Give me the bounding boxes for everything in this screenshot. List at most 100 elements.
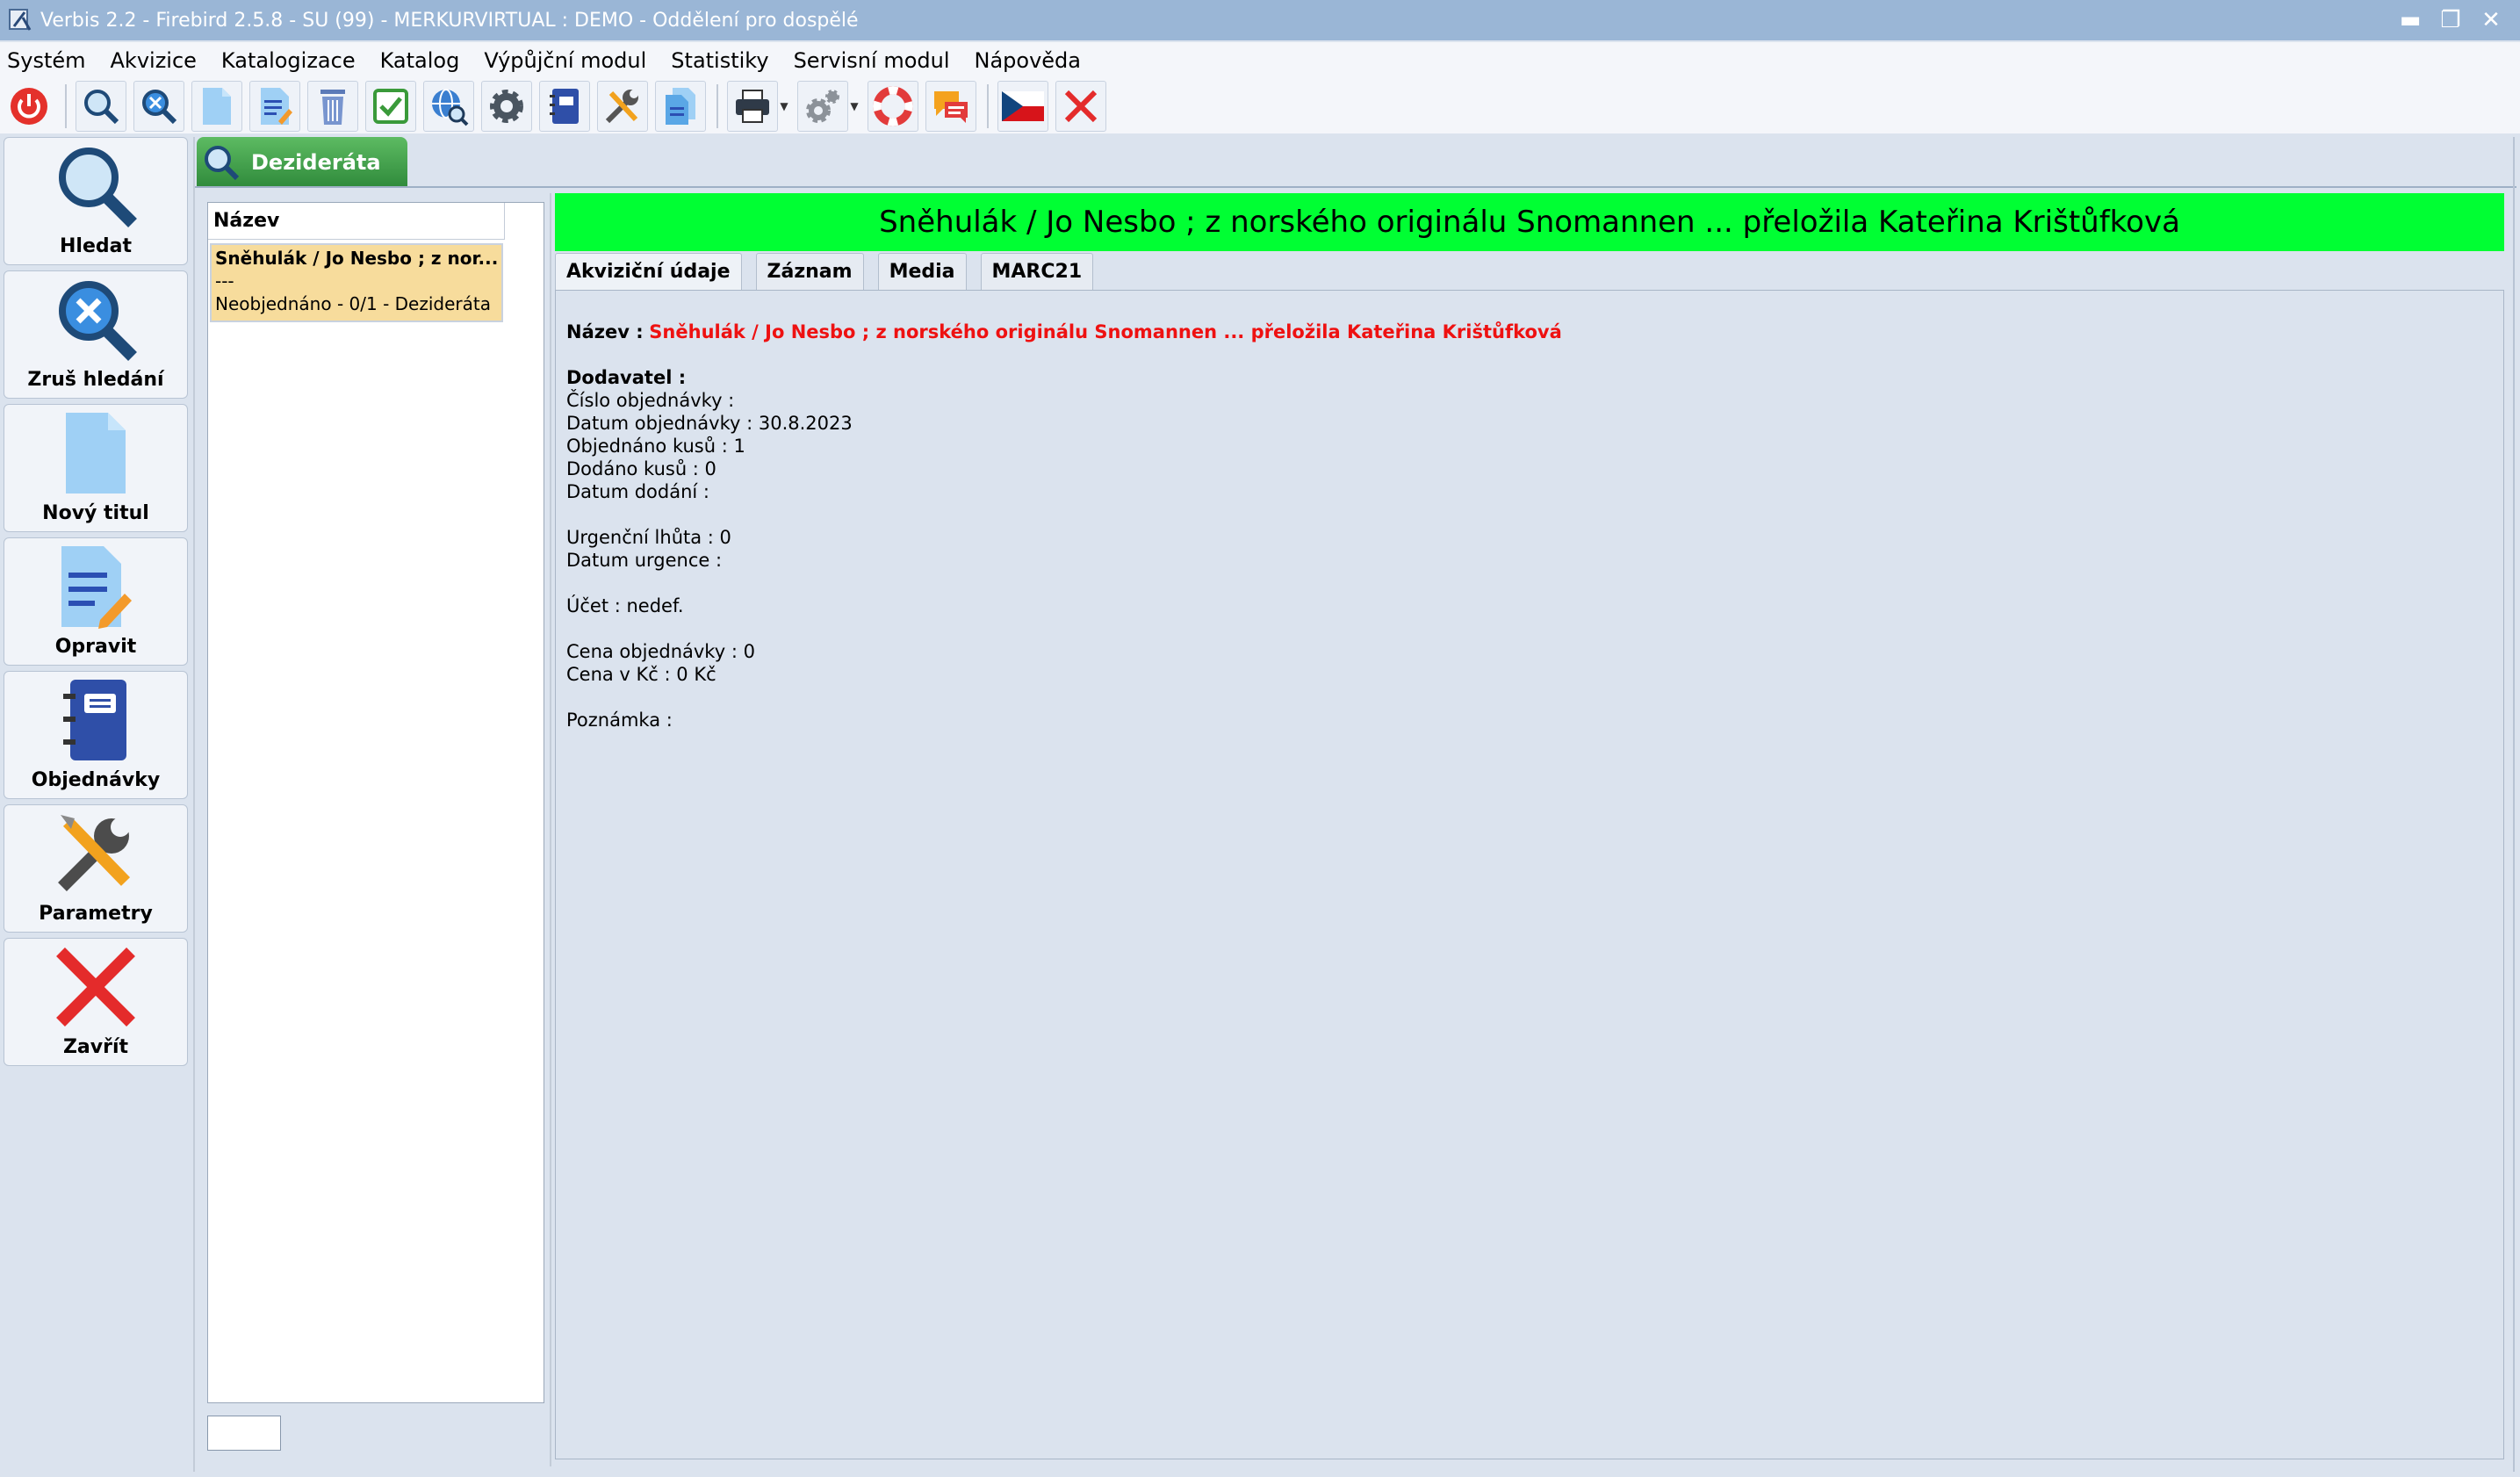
toolbar: ▼ ▼ <box>0 79 2520 133</box>
close-button[interactable]: Zavřít <box>4 938 188 1066</box>
tab-record[interactable]: Záznam <box>755 253 864 290</box>
menu-help[interactable]: Nápověda <box>975 48 1082 73</box>
maximize-button[interactable]: ❐ <box>2430 0 2471 40</box>
account-line: Účet : nedef. <box>566 595 684 616</box>
close-icon <box>1064 90 1098 123</box>
printer-icon <box>736 90 769 123</box>
toolbar-service-button[interactable] <box>797 81 848 132</box>
toolbar-separator <box>65 84 67 128</box>
menu-bar: Systém Akvizice Katalogizace Katalog Výp… <box>0 42 2520 79</box>
toolbar-edit-button[interactable] <box>249 81 300 132</box>
menu-service[interactable]: Servisní modul <box>794 48 950 73</box>
search-button-label: Hledat <box>60 235 132 257</box>
acquisition-details: Název : Sněhulák / Jo Nesbo ; z norského… <box>555 290 2504 1459</box>
notebook-icon <box>63 680 126 760</box>
toolbar-new-button[interactable] <box>191 81 242 132</box>
name-value: Sněhulák / Jo Nesbo ; z norského originá… <box>649 321 1562 342</box>
tab-desiderata[interactable]: Dezideráta <box>197 137 407 188</box>
orders-button[interactable]: Objednávky <box>4 671 188 799</box>
print-dropdown-arrow[interactable]: ▼ <box>778 81 790 132</box>
menu-cataloging[interactable]: Katalogizace <box>221 48 356 73</box>
detail-tabs: Akviziční údaje Záznam Media MARC21 <box>555 251 2504 290</box>
sidebar: Hledat Zruš hledání Nový titul Opravit O… <box>4 137 190 1071</box>
record-title-banner: Sněhulák / Jo Nesbo ; z norského originá… <box>555 193 2504 251</box>
note-line: Poznámka : <box>566 710 673 731</box>
tab-acquisition-data[interactable]: Akviziční údaje <box>555 253 742 290</box>
toolbar-print-button[interactable] <box>727 81 778 132</box>
delivered-count-line: Dodáno kusů : 0 <box>566 458 716 479</box>
toolbar-separator <box>987 84 989 128</box>
menu-acquisition[interactable]: Akvizice <box>111 48 197 73</box>
edit-button-label: Opravit <box>54 636 137 658</box>
list-divider <box>550 193 551 1466</box>
power-icon <box>11 88 47 125</box>
toolbar-confirm-button[interactable] <box>365 81 416 132</box>
urgency-date-line: Datum urgence : <box>566 550 723 571</box>
search-icon <box>84 90 119 125</box>
edit-button[interactable]: Opravit <box>4 537 188 666</box>
menu-catalog[interactable]: Katalog <box>380 48 460 73</box>
orders-button-label: Objednávky <box>31 769 161 791</box>
cancel-search-button[interactable]: Zruš hledání <box>4 270 188 399</box>
order-date-line: Datum objednávky : 30.8.2023 <box>566 413 853 434</box>
window-title: Verbis 2.2 - Firebird 2.5.8 - SU (99) - … <box>40 9 859 32</box>
new-title-button-label: Nový titul <box>42 502 149 524</box>
toolbar-copy-button[interactable] <box>655 81 706 132</box>
close-button-label: Zavřít <box>62 1036 129 1058</box>
toolbar-language-button[interactable] <box>997 81 1048 132</box>
name-line: Název : Sněhulák / Jo Nesbo ; z norského… <box>566 321 2493 343</box>
edit-document-icon <box>61 546 132 629</box>
power-button[interactable] <box>4 81 54 132</box>
checkbox-icon <box>373 89 408 124</box>
cancel-search-icon <box>142 90 177 125</box>
search-button[interactable]: Hledat <box>4 137 188 265</box>
notebook-icon <box>550 89 579 124</box>
tab-marc21[interactable]: MARC21 <box>980 253 1094 290</box>
list-item[interactable]: Sněhulák / Jo Nesbo ; z nor... --- Neobj… <box>210 243 503 322</box>
price-czk-line: Cena v Kč : 0 Kč <box>566 664 716 685</box>
new-document-icon <box>203 88 231 125</box>
close-window-button[interactable]: ✕ <box>2471 0 2511 40</box>
minimize-button[interactable]: ▬ <box>2390 0 2430 40</box>
results-list: Název Sněhulák / Jo Nesbo ; z nor... ---… <box>207 202 544 1403</box>
order-number-line: Číslo objednávky : <box>566 390 735 411</box>
gears-icon <box>806 90 839 123</box>
toolbar-help-button[interactable] <box>868 81 918 132</box>
close-icon <box>56 947 135 1027</box>
toolbar-messages-button[interactable] <box>925 81 976 132</box>
new-title-button[interactable]: Nový titul <box>4 404 188 532</box>
toolbar-search-button[interactable] <box>76 81 126 132</box>
list-column-header[interactable]: Název <box>208 203 505 240</box>
globe-search-icon <box>432 89 469 126</box>
toolbar-orders-button[interactable] <box>539 81 590 132</box>
trash-icon <box>320 90 345 125</box>
toolbar-separator <box>716 84 718 128</box>
sidebar-divider <box>193 137 195 1472</box>
toolbar-web-search-button[interactable] <box>423 81 474 132</box>
toolbar-close-button[interactable] <box>1055 81 1106 132</box>
supplier-line: Dodavatel : <box>566 367 687 388</box>
new-document-icon <box>66 413 126 494</box>
title-bar: Verbis 2.2 - Firebird 2.5.8 - SU (99) - … <box>0 0 2520 40</box>
app-icon <box>7 7 33 33</box>
toolbar-tools-button[interactable] <box>597 81 648 132</box>
toolbar-delete-button[interactable] <box>307 81 358 132</box>
menu-circulation[interactable]: Výpůjční modul <box>484 48 646 73</box>
list-filter-input[interactable] <box>207 1416 281 1451</box>
parameters-button[interactable]: Parametry <box>4 804 188 933</box>
edit-document-icon <box>261 88 292 125</box>
service-dropdown-arrow[interactable]: ▼ <box>848 81 860 132</box>
tools-icon <box>58 815 131 891</box>
toolbar-cancel-search-button[interactable] <box>133 81 184 132</box>
menu-statistics[interactable]: Statistiky <box>671 48 768 73</box>
czech-flag-icon <box>1002 91 1044 121</box>
search-icon <box>59 148 137 227</box>
menu-system[interactable]: Systém <box>7 48 86 73</box>
cancel-search-button-label: Zruš hledání <box>27 369 164 391</box>
list-item-subtitle: --- <box>215 270 234 292</box>
tab-media[interactable]: Media <box>877 253 967 290</box>
toolbar-settings-button[interactable] <box>481 81 532 132</box>
tab-desiderata-label: Dezideráta <box>251 150 381 175</box>
chat-icon <box>934 91 968 123</box>
list-item-title: Sněhulák / Jo Nesbo ; z nor... <box>215 248 498 269</box>
